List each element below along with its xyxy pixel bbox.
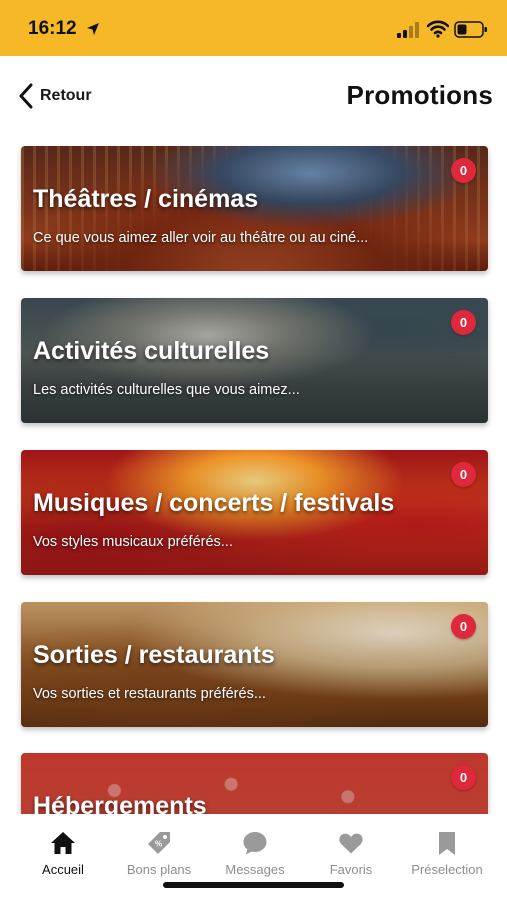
count-badge: 0 [451, 614, 476, 639]
card-title: Théâtres / cinémas [33, 185, 259, 213]
card-sorties-restaurants[interactable]: Sorties / restaurants Vos sorties et res… [21, 602, 488, 727]
card-subtitle: Vos sorties et restaurants préférés... [33, 686, 266, 702]
tab-preselection[interactable]: Préselection [397, 830, 497, 880]
tab-label: Accueil [42, 862, 84, 877]
card-subtitle: Vos styles musicaux préférés... [33, 534, 233, 550]
tab-label: Favoris [329, 862, 373, 877]
count-badge: 0 [451, 158, 476, 183]
back-label: Retour [40, 87, 92, 104]
card-title: Sorties / restaurants [33, 641, 275, 669]
chevron-left-icon [19, 83, 33, 109]
tab-label: Messages [225, 862, 285, 877]
header: Retour Promotions [0, 56, 507, 136]
heart-icon [339, 833, 363, 854]
bookmark-icon [439, 832, 455, 855]
card-title: Hébergements [33, 792, 207, 814]
tab-label: Préselection [411, 862, 483, 877]
count-badge: 0 [451, 462, 476, 487]
home-icon [51, 832, 75, 854]
tab-messages[interactable]: Messages [205, 830, 305, 880]
home-indicator [163, 882, 344, 888]
card-subtitle: Les activités culturelles que vous aimez… [33, 382, 300, 398]
card-subtitle: Ce que vous aimez aller voir au théâtre … [33, 230, 369, 246]
tab-accueil[interactable]: Accueil [13, 830, 113, 880]
page-title: Promotions [346, 80, 493, 110]
card-title: Activités culturelles [33, 337, 270, 365]
chat-bubble-icon [243, 832, 267, 855]
tab-label: Bons plans [126, 862, 192, 877]
card-hebergements[interactable]: Hébergements 0 [21, 753, 488, 814]
count-badge: 0 [451, 765, 476, 790]
location-arrow-icon [87, 23, 99, 35]
card-musiques-concerts-festivals[interactable]: Musiques / concerts / festivals Vos styl… [21, 450, 488, 575]
status-bar: 16:12 [0, 0, 507, 56]
tag-icon: % [148, 832, 170, 854]
card-activites-culturelles[interactable]: Activités culturelles Les activités cult… [21, 298, 488, 423]
svg-text:%: % [155, 840, 162, 849]
category-list: Théâtres / cinémas Ce que vous aimez all… [0, 136, 507, 814]
count-badge: 0 [451, 310, 476, 335]
card-theatres-cinemas[interactable]: Théâtres / cinémas Ce que vous aimez all… [21, 146, 488, 271]
back-button[interactable]: Retour [18, 82, 92, 110]
wifi-icon [427, 20, 449, 38]
status-time: 16:12 [28, 18, 77, 39]
tab-bons-plans[interactable]: % Bons plans [109, 830, 209, 880]
card-title: Musiques / concerts / festivals [33, 489, 395, 517]
signal-icon [397, 22, 419, 38]
battery-icon [454, 21, 487, 38]
tab-favoris[interactable]: Favoris [301, 830, 401, 880]
